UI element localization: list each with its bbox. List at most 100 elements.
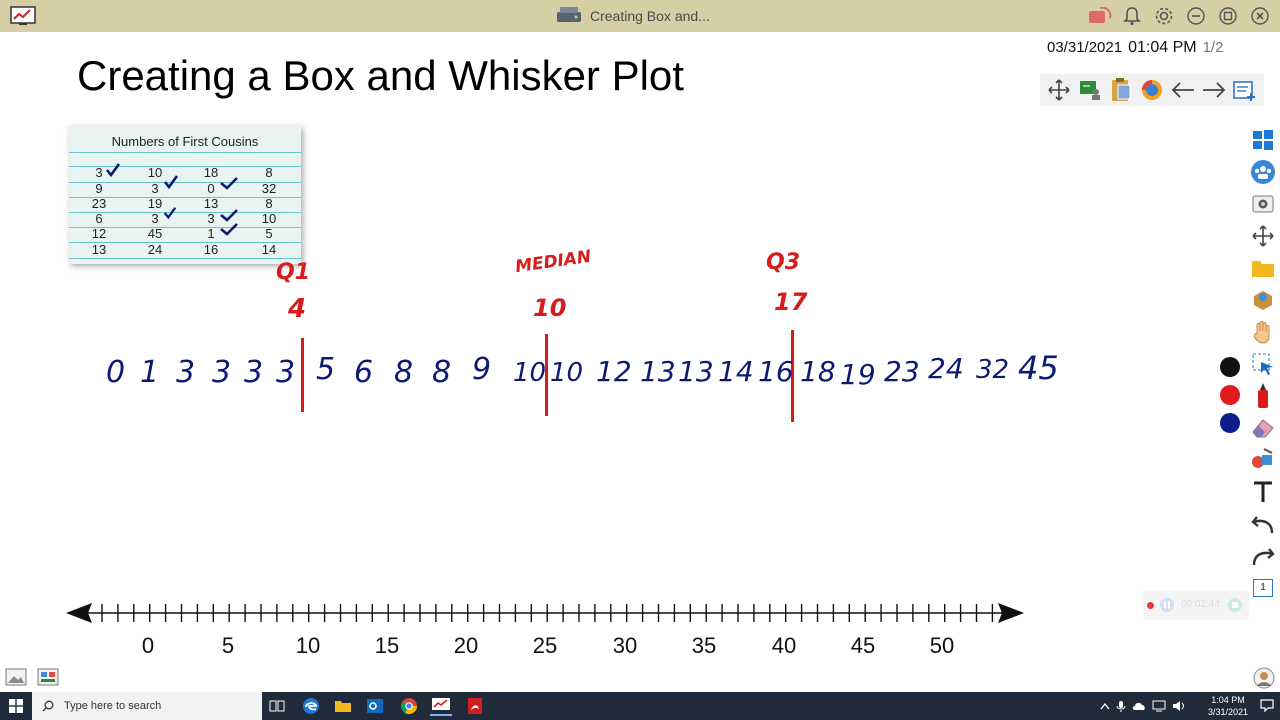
minimize-icon[interactable] xyxy=(1184,5,1208,27)
number-line-label: 5 xyxy=(221,633,235,658)
number-line-label: 0 xyxy=(141,633,155,658)
number-line-label: 20 xyxy=(453,633,479,658)
hand-icon[interactable] xyxy=(1249,318,1277,346)
chrome-icon[interactable] xyxy=(398,696,420,716)
task-view-icon[interactable] xyxy=(266,696,288,716)
browser-icon[interactable] xyxy=(1138,76,1166,104)
add-page-icon[interactable] xyxy=(1230,76,1258,104)
move-icon[interactable] xyxy=(1249,222,1277,250)
ordered-value: 8 xyxy=(432,355,452,390)
eraser-icon[interactable] xyxy=(1249,414,1277,442)
slide-thumbnails-icon[interactable] xyxy=(36,666,60,688)
ordered-value: 8 xyxy=(394,355,414,390)
number-line-label: 40 xyxy=(771,633,797,658)
top-toolbar xyxy=(1040,74,1264,106)
outlook-icon[interactable] xyxy=(364,696,386,716)
pen-color-blue[interactable] xyxy=(1220,413,1240,433)
checkmark-icon xyxy=(220,209,238,222)
number-line-label: 10 xyxy=(295,633,321,658)
ordered-value: 10 xyxy=(513,358,547,388)
text-tool-icon[interactable] xyxy=(1249,478,1277,506)
screen-record-icon[interactable] xyxy=(1088,5,1112,27)
close-icon[interactable] xyxy=(1248,5,1272,27)
ordered-value: 0 xyxy=(106,355,126,390)
clipboard-icon[interactable] xyxy=(1107,76,1135,104)
camera-icon[interactable] xyxy=(1249,190,1277,218)
file-explorer-icon[interactable] xyxy=(332,696,354,716)
arrow-left-icon[interactable] xyxy=(1169,76,1197,104)
notification-icon[interactable] xyxy=(1260,698,1274,712)
table-cell: 8 xyxy=(265,196,273,211)
table-title: Numbers of First Cousins xyxy=(111,134,259,149)
redo-icon[interactable] xyxy=(1249,542,1277,570)
gear-icon[interactable] xyxy=(1152,5,1176,27)
q3-value: 17 xyxy=(774,288,808,316)
number-line-label: 35 xyxy=(691,633,717,658)
microphone-icon[interactable] xyxy=(1116,700,1126,712)
network-icon[interactable] xyxy=(1152,700,1166,712)
window-title-text: Creating Box and... xyxy=(590,8,710,24)
shapes-icon[interactable] xyxy=(1249,446,1277,474)
ordered-value: 13 xyxy=(678,355,714,388)
users-icon[interactable] xyxy=(1249,158,1277,186)
number-line-label: 15 xyxy=(374,633,400,658)
restore-icon[interactable] xyxy=(1216,5,1240,27)
windows-icon[interactable] xyxy=(1249,126,1277,154)
pdf-reader-icon[interactable] xyxy=(464,696,486,716)
table-cell: 23 xyxy=(91,196,107,211)
app-logo-icon[interactable] xyxy=(10,6,36,26)
pause-icon[interactable] xyxy=(1159,597,1175,613)
number-line-label: 25 xyxy=(532,633,558,658)
table-cell: 9 xyxy=(95,181,103,196)
undo-icon[interactable] xyxy=(1249,510,1277,538)
q3-label: Q3 xyxy=(766,250,801,275)
arrow-right-icon[interactable] xyxy=(1200,76,1228,104)
resource-box-icon[interactable] xyxy=(1249,286,1277,314)
bell-icon[interactable] xyxy=(1120,5,1144,27)
edge-browser-icon[interactable] xyxy=(300,696,322,716)
table-cell: 14 xyxy=(261,242,277,257)
table-cell: 10 xyxy=(261,211,277,226)
stop-icon[interactable] xyxy=(1227,597,1243,613)
ordered-value: 16 xyxy=(758,355,794,388)
pen-color-black[interactable] xyxy=(1220,357,1240,377)
ordered-value: 24 xyxy=(928,352,964,385)
ordered-value: 9 xyxy=(472,352,492,387)
median-label: MEDIAN xyxy=(513,246,593,278)
median-value: 10 xyxy=(533,294,567,322)
ordered-value: 3 xyxy=(176,355,196,390)
page-number-button[interactable]: 1 xyxy=(1249,574,1277,602)
ordered-value: 45 xyxy=(1018,349,1059,387)
chevron-up-icon[interactable] xyxy=(1100,702,1110,710)
checkmark-icon xyxy=(220,223,238,236)
ordered-value: 32 xyxy=(976,355,1010,385)
folder-icon[interactable] xyxy=(1249,254,1277,282)
cloud-icon[interactable] xyxy=(1132,701,1146,711)
pen-color-red[interactable] xyxy=(1220,385,1240,405)
whiteboard-app-icon[interactable] xyxy=(430,696,452,716)
recording-widget[interactable]: 00:02:44 xyxy=(1143,590,1249,620)
select-cursor-icon[interactable] xyxy=(1249,350,1277,378)
whiteboard-teacher-icon[interactable] xyxy=(1076,76,1104,104)
taskbar-search[interactable]: Type here to search xyxy=(32,692,262,720)
table-cell: 13 xyxy=(91,242,107,257)
app-assistant-icon[interactable] xyxy=(1252,666,1276,690)
ordered-value: 19 xyxy=(840,358,876,391)
checkmark-icon xyxy=(105,163,121,178)
checkmark-icon xyxy=(163,207,177,220)
move-icon[interactable] xyxy=(1045,76,1073,104)
q1-divider xyxy=(301,338,304,412)
image-gallery-icon[interactable] xyxy=(4,666,28,688)
table-cell: 8 xyxy=(265,165,273,180)
window-title: Creating Box and... xyxy=(556,6,710,26)
ordered-value: 12 xyxy=(596,355,632,388)
pen-icon[interactable] xyxy=(1249,382,1277,410)
checkmark-icon xyxy=(220,177,238,190)
ordered-value: 6 xyxy=(354,355,374,390)
volume-icon[interactable] xyxy=(1172,700,1186,712)
start-button[interactable] xyxy=(0,692,32,720)
taskbar-clock[interactable]: 1:04 PM 3/31/2021 xyxy=(1208,694,1248,718)
date-text: 03/31/2021 xyxy=(1047,39,1123,56)
search-icon xyxy=(42,700,54,712)
recording-elapsed: 00:02:44 xyxy=(1181,599,1220,610)
